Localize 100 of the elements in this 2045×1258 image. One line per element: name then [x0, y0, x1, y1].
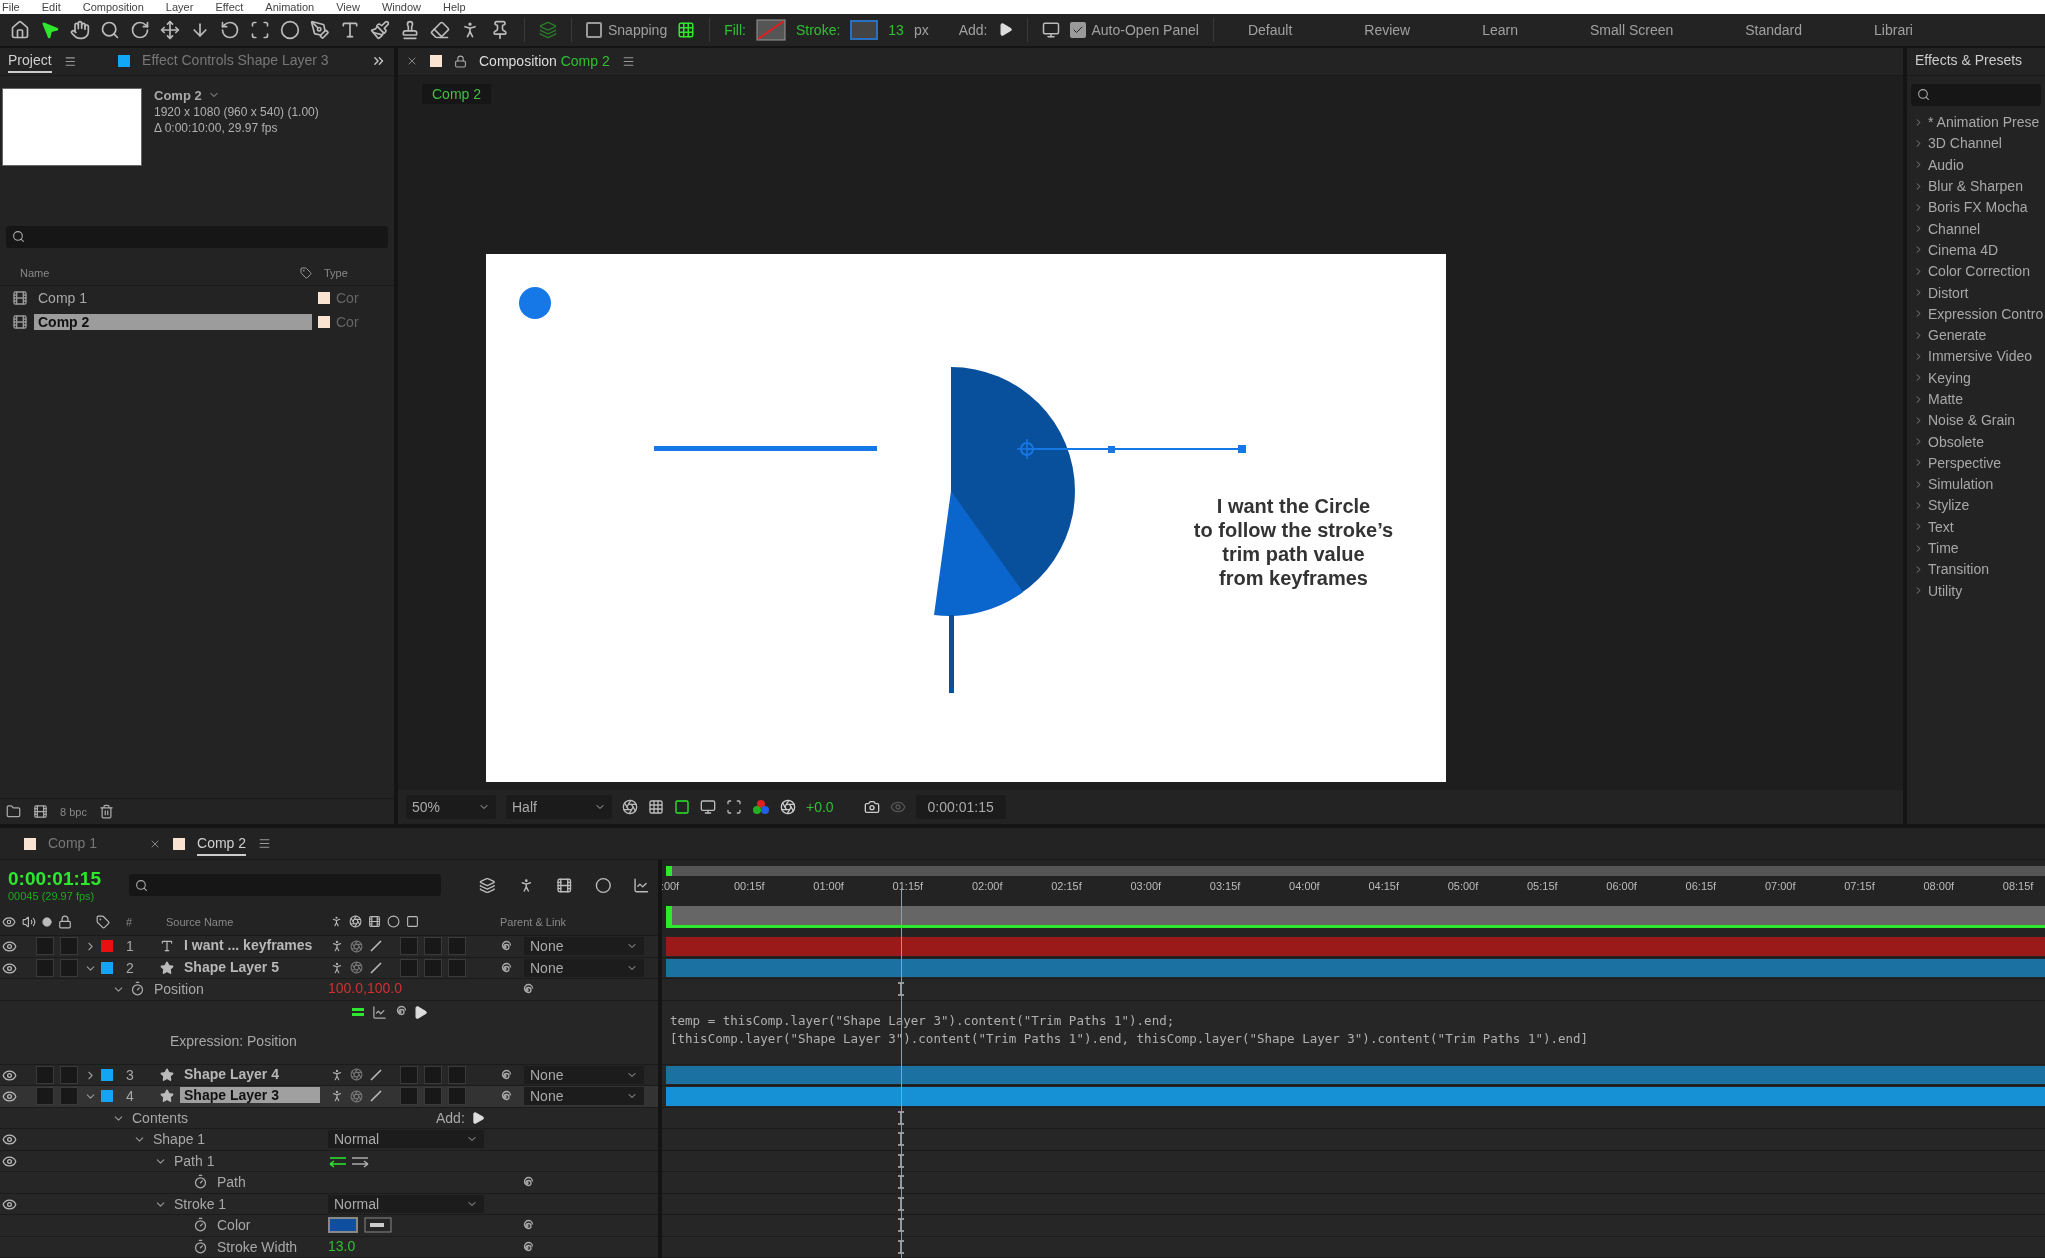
- panel-tab[interactable]: Project: [8, 49, 52, 73]
- blend-mode-dropdown[interactable]: Normal: [328, 1130, 484, 1148]
- visibility-eye-icon[interactable]: [2, 1089, 17, 1104]
- effect-category[interactable]: Time: [1928, 540, 1959, 557]
- lock-icon[interactable]: [454, 54, 467, 68]
- frame-blending-icon[interactable]: [556, 876, 573, 894]
- effect-category[interactable]: 3D Channel: [1928, 135, 2002, 152]
- label-color-chip[interactable]: [101, 1090, 113, 1102]
- audio-column-icon[interactable]: [22, 915, 36, 929]
- ellipse-tool-icon[interactable]: [280, 19, 300, 40]
- switch-box[interactable]: [60, 958, 78, 977]
- menu-item[interactable]: Composition: [82, 0, 144, 13]
- transparency-grid-icon[interactable]: [648, 799, 664, 815]
- new-comp-icon[interactable]: [33, 804, 48, 819]
- panel-title[interactable]: Effects & Presets: [1915, 49, 2023, 73]
- exposure-reset-icon[interactable]: [780, 799, 796, 815]
- label-color-chip[interactable]: [101, 961, 113, 974]
- switch-box[interactable]: [424, 958, 442, 977]
- stopwatch-icon[interactable]: [193, 1238, 208, 1254]
- switch-box[interactable]: [400, 958, 418, 977]
- shy-icon[interactable]: [330, 1067, 344, 1082]
- search-field[interactable]: [1911, 83, 2041, 106]
- blend-mode-dropdown[interactable]: Normal: [328, 1194, 484, 1213]
- switch-box[interactable]: [448, 1087, 466, 1105]
- menu-item[interactable]: Animation: [265, 0, 315, 13]
- layer-name[interactable]: I want ... keyframes: [180, 937, 320, 953]
- search-icon[interactable]: [134, 878, 148, 892]
- effect-category[interactable]: Simulation: [1928, 476, 1994, 493]
- workspace-tab[interactable]: Learn: [1482, 21, 1518, 38]
- column-header[interactable]: Parent & Link: [500, 916, 567, 928]
- effect-category[interactable]: Utility: [1928, 582, 1963, 599]
- comp-breadcrumb[interactable]: Comp 2: [422, 83, 492, 104]
- frame-blend-switch-icon[interactable]: [368, 915, 381, 928]
- snapshot-icon[interactable]: [863, 799, 880, 815]
- switch-box[interactable]: [400, 1065, 418, 1084]
- search-field[interactable]: [6, 225, 388, 248]
- effect-category[interactable]: Boris FX Mocha: [1928, 199, 2028, 216]
- workspace-tab[interactable]: Default: [1247, 21, 1293, 38]
- visibility-eye-icon[interactable]: [2, 1153, 17, 1169]
- label-color-chip[interactable]: [101, 1068, 113, 1081]
- menu-item[interactable]: Help: [443, 0, 466, 13]
- effect-category[interactable]: Keying: [1928, 369, 1971, 386]
- parent-dropdown[interactable]: None: [524, 1065, 644, 1084]
- language-menu-icon[interactable]: [413, 1004, 428, 1020]
- effect-category[interactable]: Obsolete: [1928, 433, 1985, 450]
- delete-icon[interactable]: [98, 804, 114, 819]
- switch-box[interactable]: [424, 1087, 442, 1105]
- visibility-eye-icon[interactable]: [2, 1067, 17, 1083]
- switch-box[interactable]: [424, 937, 442, 955]
- column-header[interactable]: Source Name: [166, 916, 234, 928]
- property-value[interactable]: 13.0: [328, 1237, 356, 1254]
- menu-item[interactable]: Edit: [41, 0, 61, 13]
- search-icon[interactable]: [12, 230, 25, 243]
- search-icon[interactable]: [1917, 88, 1930, 101]
- rotate-tool-icon[interactable]: [220, 19, 240, 40]
- quality-slash-icon[interactable]: [369, 1089, 383, 1103]
- workspace-tab[interactable]: Librari: [1874, 21, 1913, 38]
- effect-category[interactable]: Cinema 4D: [1928, 241, 1999, 258]
- effect-category[interactable]: Noise & Grain: [1928, 412, 2016, 429]
- new-folder-icon[interactable]: [6, 804, 21, 819]
- layer-name[interactable]: Shape Layer 5: [180, 958, 320, 975]
- add-menu-icon[interactable]: [997, 22, 1013, 38]
- panel-menu-icon[interactable]: [621, 54, 635, 68]
- visibility-eye-icon[interactable]: [2, 1132, 17, 1147]
- effect-category[interactable]: * Animation Prese: [1928, 114, 2040, 131]
- effect-category[interactable]: Transition: [1928, 561, 1989, 578]
- column-header[interactable]: Name: [20, 267, 300, 279]
- hand-tool-icon[interactable]: [70, 19, 90, 40]
- stopwatch-icon[interactable]: [130, 981, 145, 996]
- switch-box[interactable]: [36, 937, 54, 955]
- collapse-icon[interactable]: [350, 1089, 363, 1103]
- stopwatch-icon[interactable]: [193, 1217, 208, 1232]
- project-item[interactable]: Comp 2: [34, 313, 312, 330]
- zoom-tool-icon[interactable]: [100, 19, 120, 40]
- layer-name[interactable]: Shape Layer 4: [180, 1065, 320, 1082]
- solo-column-icon[interactable]: [42, 917, 52, 927]
- label-column-icon[interactable]: [300, 267, 312, 279]
- graph-icon[interactable]: [372, 1004, 387, 1020]
- search-field[interactable]: [128, 874, 442, 896]
- close-icon[interactable]: [406, 55, 418, 67]
- switch-box[interactable]: [448, 937, 466, 955]
- visibility-eye-icon[interactable]: [2, 1196, 17, 1212]
- add-menu-icon[interactable]: [470, 1110, 485, 1125]
- shy-switch-icon[interactable]: [330, 915, 343, 928]
- label-color-chip[interactable]: [318, 315, 330, 328]
- fill-swatch-icon[interactable]: [755, 18, 786, 41]
- eraser-tool-icon[interactable]: [430, 19, 450, 40]
- quality-slash-icon[interactable]: [369, 1067, 383, 1082]
- quality-slash-icon[interactable]: [369, 960, 383, 975]
- panel-menu-icon[interactable]: [258, 837, 272, 850]
- brush-tool-icon[interactable]: [370, 19, 390, 40]
- pen-tool-icon[interactable]: [310, 19, 330, 40]
- switch-box[interactable]: [60, 1087, 78, 1105]
- menu-item[interactable]: Layer: [165, 0, 194, 13]
- switch-box[interactable]: [448, 958, 466, 977]
- visibility-eye-icon[interactable]: [2, 939, 17, 954]
- collapse-switch-icon[interactable]: [349, 915, 362, 928]
- auto-open-panel-checkbox[interactable]: Auto-Open Panel: [1069, 21, 1199, 38]
- switch-box[interactable]: [36, 1065, 54, 1084]
- parent-dropdown[interactable]: None: [524, 958, 644, 977]
